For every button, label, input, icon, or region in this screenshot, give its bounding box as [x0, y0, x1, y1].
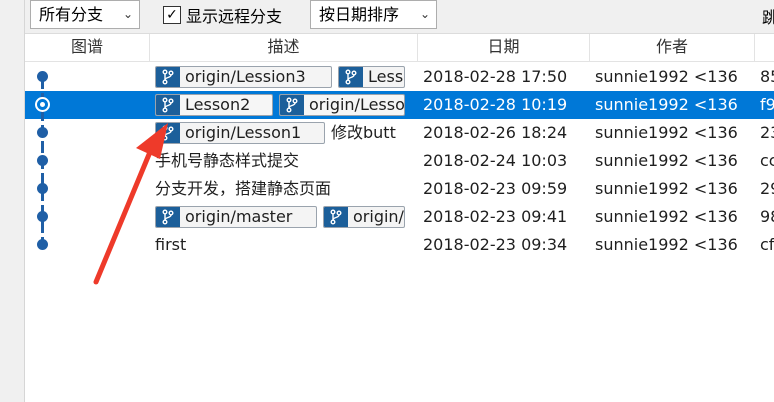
- show-remote-label: 显示远程分支: [186, 6, 283, 26]
- column-header-date[interactable]: 日期: [418, 34, 590, 62]
- branch-icon: [339, 67, 363, 87]
- branch-tag-label: origin/master: [185, 207, 293, 226]
- commit-hash: 85: [760, 67, 774, 86]
- jump-button[interactable]: 跳: [762, 4, 774, 28]
- branch-tag-label: Lessi: [368, 67, 405, 86]
- branch-tag-label: origin/Lesso: [309, 95, 405, 114]
- commit-row[interactable]: origin/Lesson1 修改butt 2018-02-26 18:24 sunn…: [25, 119, 774, 147]
- branch-icon: [156, 207, 180, 227]
- commit-date: 2018-02-23 09:34: [423, 235, 568, 254]
- graph-node: [37, 71, 48, 82]
- sort-order-value: 按日期排序: [319, 5, 400, 24]
- left-panel-edge: [0, 0, 25, 402]
- branch-tag-label: origin/Lession3: [185, 67, 306, 86]
- commit-author: sunnie1992 <136: [595, 67, 738, 86]
- commit-row[interactable]: origin/master origin/2018-02-23 09:41 sunn…: [25, 203, 774, 231]
- commit-date: 2018-02-23 09:59: [423, 179, 568, 198]
- branch-filter-value: 所有分支: [39, 5, 104, 24]
- commit-date: 2018-02-23 09:41: [423, 207, 568, 226]
- commit-message: 分支开发，搭建静态页面: [155, 179, 332, 198]
- commit-author: sunnie1992 <136: [595, 151, 738, 170]
- commit-hash: f9: [760, 95, 774, 114]
- branch-tag[interactable]: origin/Lesson1: [155, 122, 325, 144]
- branch-tag[interactable]: Lessi: [338, 66, 405, 88]
- commit-message: 修改butt: [331, 123, 396, 142]
- commit-date: 2018-02-24 10:03: [423, 151, 568, 170]
- commit-hash: 29: [760, 179, 774, 198]
- branch-filter-dropdown[interactable]: 所有分支 ⌄: [30, 0, 140, 29]
- commit-description-cell: first: [152, 231, 405, 259]
- branch-tag[interactable]: origin/Lesso: [279, 94, 405, 116]
- graph-node: [37, 127, 48, 138]
- branch-tag[interactable]: origin/master: [155, 206, 317, 228]
- branch-icon: [324, 207, 348, 227]
- toolbar: 所有分支 ⌄ ✓ 显示远程分支 按日期排序 ⌄ 跳: [25, 0, 774, 34]
- commit-author: sunnie1992 <136: [595, 207, 738, 226]
- commit-hash: 98: [760, 207, 774, 226]
- commit-date: 2018-02-26 18:24: [423, 123, 568, 142]
- branch-tag-label: origin/: [353, 207, 404, 226]
- commit-author: sunnie1992 <136: [595, 179, 738, 198]
- column-header: 图谱 描述 日期 作者: [25, 34, 774, 62]
- commit-log-window: 所有分支 ⌄ ✓ 显示远程分支 按日期排序 ⌄ 跳 图谱 描述 日期 作者 or…: [0, 0, 774, 402]
- commit-row[interactable]: first 2018-02-23 09:34 sunnie1992 <136 cf: [25, 231, 774, 259]
- branch-icon: [280, 95, 304, 115]
- graph-node-center: [40, 102, 45, 107]
- commit-description-cell: Lesson2 origin/Lesso: [152, 91, 405, 119]
- commit-row[interactable]: 分支开发，搭建静态页面 2018-02-23 09:59 sunnie1992 <1…: [25, 175, 774, 203]
- commit-date: 2018-02-28 17:50: [423, 67, 568, 86]
- commit-author: sunnie1992 <136: [595, 123, 738, 142]
- branch-icon: [156, 123, 180, 143]
- branch-tag-label: origin/Lesson1: [185, 123, 302, 142]
- graph-node-selected: [35, 97, 50, 112]
- commit-description-cell: 分支开发，搭建静态页面: [152, 175, 405, 203]
- branch-tag[interactable]: Lesson2: [155, 94, 273, 116]
- column-header-graph[interactable]: 图谱: [25, 34, 150, 62]
- commit-author: sunnie1992 <136: [595, 95, 738, 114]
- sort-order-dropdown[interactable]: 按日期排序 ⌄: [310, 0, 437, 29]
- commit-description-cell: origin/Lession3 Lessi: [152, 63, 405, 91]
- commit-author: sunnie1992 <136: [595, 235, 738, 254]
- branch-tag[interactable]: origin/: [323, 206, 405, 228]
- branch-tag-label: Lesson2: [185, 95, 251, 114]
- commit-description-cell: 手机号静态样式提交: [152, 147, 405, 175]
- commit-hash: cc: [760, 151, 774, 170]
- column-header-description[interactable]: 描述: [150, 34, 418, 62]
- graph-node: [37, 239, 48, 250]
- commit-hash: 23: [760, 123, 774, 142]
- graph-node: [37, 211, 48, 222]
- chevron-down-icon: ⌄: [419, 7, 430, 21]
- commit-description-cell: origin/master origin/: [152, 203, 405, 231]
- branch-icon: [156, 95, 180, 115]
- show-remote-checkbox[interactable]: ✓ 显示远程分支: [163, 0, 282, 29]
- chevron-down-icon: ⌄: [122, 7, 133, 21]
- graph-node: [37, 155, 48, 166]
- branch-tag[interactable]: origin/Lession3: [155, 66, 332, 88]
- commit-row[interactable]: origin/Lession3 Lessi 2018-02-28 17:50 sunn…: [25, 63, 774, 91]
- commit-message: first: [155, 235, 187, 254]
- check-icon[interactable]: ✓: [163, 5, 181, 24]
- commit-hash: cf: [760, 235, 774, 254]
- commit-date: 2018-02-28 10:19: [423, 95, 568, 114]
- commit-row[interactable]: Lesson2 origin/Lesso 2018-02-28 10:19 sunni…: [25, 91, 774, 119]
- commit-description-cell: origin/Lesson1 修改butt: [152, 119, 405, 147]
- graph-node: [37, 183, 48, 194]
- commit-message: 手机号静态样式提交: [155, 151, 300, 170]
- column-header-author[interactable]: 作者: [590, 34, 755, 62]
- branch-icon: [156, 67, 180, 87]
- commit-row[interactable]: 手机号静态样式提交 2018-02-24 10:03 sunnie1992 <136…: [25, 147, 774, 175]
